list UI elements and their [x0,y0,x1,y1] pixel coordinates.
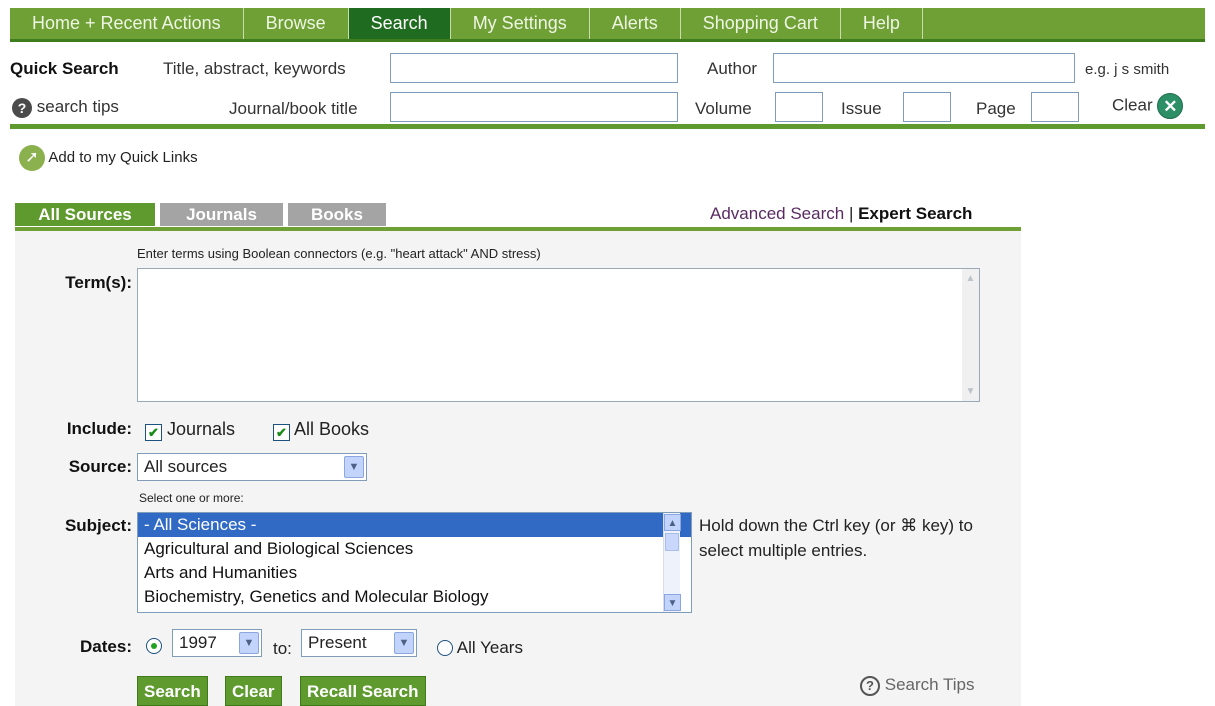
include-journals-label: Journals [167,419,236,439]
scroll-thumb[interactable] [665,533,679,551]
subject-option[interactable]: - All Sciences - [138,513,691,537]
quick-search-title: Quick Search [10,59,119,78]
date-to-label: to: [273,639,292,658]
date-range-radio-button[interactable] [146,638,162,654]
tab-shopping-cart[interactable]: Shopping Cart [681,8,841,39]
tab-browse[interactable]: Browse [244,8,349,39]
date-to-select[interactable]: Present ▼ [301,629,417,657]
date-from-value: 1997 [179,633,217,652]
page-label: Page [976,99,1016,118]
volume-label: Volume [695,99,752,118]
tab-my-settings[interactable]: My Settings [451,8,590,39]
all-years-radio-button[interactable] [437,640,453,656]
source-select[interactable]: All sources ▼ [137,453,367,481]
search-tips-bottom-link[interactable]: ? Search Tips [860,675,975,696]
include-books-option[interactable]: ✔ All Books [273,419,369,441]
scroll-up-icon[interactable]: ▲ [962,270,979,287]
chevron-down-icon[interactable]: ▼ [394,632,414,654]
search-tips-bottom-label: Search Tips [884,675,975,694]
author-hint: e.g. j s smith [1085,61,1170,78]
tab-journals[interactable]: Journals [160,203,283,226]
nav-filler [923,8,1205,39]
expert-search-link[interactable]: Expert Search [858,204,972,223]
date-range-radio[interactable] [146,638,162,656]
advanced-search-link[interactable]: Advanced Search [710,204,844,223]
terms-scrollbar[interactable]: ▲ ▼ [962,269,979,401]
all-books-checkbox[interactable]: ✔ [273,424,290,441]
issue-input[interactable] [903,92,951,122]
subject-scrollbar[interactable]: ▲ ▼ [663,513,681,612]
scroll-up-icon[interactable]: ▲ [664,514,681,531]
quick-clear-label: Clear [1112,95,1153,115]
search-tips-label: search tips [36,97,119,116]
include-label: Include: [66,419,132,438]
main-nav: Home + Recent Actions Browse Search My S… [10,8,1205,42]
clear-button[interactable]: Clear [225,676,282,706]
quick-search-divider [10,124,1205,129]
tab-alerts[interactable]: Alerts [590,8,681,39]
all-years-option[interactable]: All Years [437,638,523,658]
subject-hint: Select one or more: [139,491,244,505]
search-mode-links: Advanced Search | Expert Search [710,204,972,224]
tab-books[interactable]: Books [288,203,386,226]
source-label: Source: [68,457,132,476]
tab-home-recent-actions[interactable]: Home + Recent Actions [10,8,244,39]
dates-label: Dates: [80,637,132,656]
all-years-label: All Years [456,638,523,657]
terms-label: Term(s): [65,273,132,292]
quick-clear-button[interactable]: Clear ✕ [1112,93,1184,119]
add-quick-links-link[interactable]: ➚ Add to my Quick Links [19,145,198,171]
help-icon: ? [860,675,880,696]
terms-textarea[interactable] [137,268,980,402]
help-icon: ? [12,97,32,118]
scroll-down-icon[interactable]: ▼ [962,383,979,400]
tab-search[interactable]: Search [348,8,451,39]
tab-all-sources[interactable]: All Sources [15,203,155,226]
title-abstract-keywords-input[interactable] [390,53,678,83]
issue-label: Issue [841,99,882,118]
source-select-value: All sources [144,457,228,476]
quick-links-icon: ➚ [19,145,45,171]
author-input[interactable] [773,53,1075,83]
journal-book-title-label: Journal/book title [229,99,358,118]
subject-listbox[interactable]: - All Sciences - Agricultural and Biolog… [137,512,692,613]
date-to-value: Present [308,633,367,652]
tab-help[interactable]: Help [841,8,923,39]
chevron-down-icon[interactable]: ▼ [344,456,364,478]
date-from-select[interactable]: 1997 ▼ [172,629,262,657]
subject-label: Subject: [64,516,132,535]
include-books-label: All Books [294,419,370,439]
search-tips-link[interactable]: ? search tips [12,97,119,118]
search-button[interactable]: Search [137,676,208,706]
chevron-down-icon[interactable]: ▼ [239,632,259,654]
page-input[interactable] [1031,92,1079,122]
terms-hint: Enter terms using Boolean connectors (e.… [137,246,541,261]
multi-select-note: Hold down the Ctrl key (or ⌘ key) to sel… [699,516,973,560]
subject-option[interactable]: Agricultural and Biological Sciences [138,537,691,561]
journals-checkbox[interactable]: ✔ [145,424,162,441]
journal-book-title-input[interactable] [390,92,678,122]
title-abstract-keywords-label: Title, abstract, keywords [163,59,346,78]
include-journals-option[interactable]: ✔ Journals [145,419,235,441]
subject-option[interactable]: Biochemistry, Genetics and Molecular Bio… [138,585,691,609]
scroll-down-icon[interactable]: ▼ [664,594,681,611]
clear-x-icon: ✕ [1157,93,1184,119]
subject-option[interactable]: Arts and Humanities [138,561,691,585]
add-quick-links-label: Add to my Quick Links [48,148,198,166]
search-mode-separator: | [848,204,854,223]
recall-search-button[interactable]: Recall Search [300,676,426,706]
quick-search-bar: Quick Search Title, abstract, keywords A… [0,45,1215,125]
author-label: Author [707,59,758,78]
volume-input[interactable] [775,92,823,122]
